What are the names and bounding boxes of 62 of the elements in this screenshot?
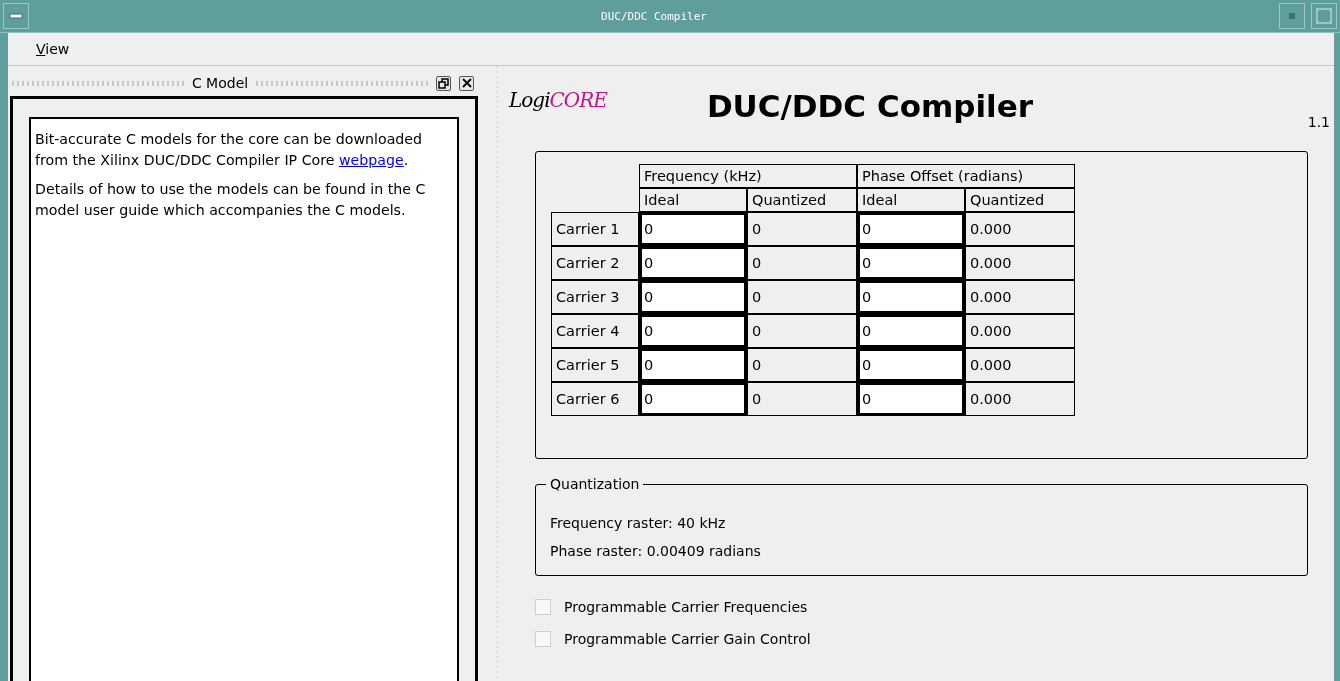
table-cell: 0.000 — [965, 246, 1075, 280]
input-field[interactable]: 0 — [857, 314, 965, 348]
minimize-icon — [1289, 13, 1295, 19]
group-header: Frequency (kHz) — [639, 164, 857, 188]
logo: LogiCORE — [509, 88, 607, 112]
minus-icon — [9, 13, 23, 19]
restore-icon — [438, 77, 449, 89]
float-button[interactable] — [436, 75, 451, 91]
minimize-button[interactable] — [1279, 3, 1305, 29]
panel-title: C Model — [191, 75, 249, 91]
table-cell: 0 — [747, 246, 857, 280]
info-text: Frequency raster: 40 kHz — [550, 514, 727, 533]
table-cell: 0 — [747, 280, 857, 314]
input-field[interactable]: 0 — [857, 246, 965, 280]
checkbox[interactable] — [535, 599, 551, 615]
input-field[interactable]: 0 — [639, 246, 747, 280]
row-label: Carrier 4 — [551, 314, 639, 348]
table-cell: 0.000 — [965, 348, 1075, 382]
window-title: DUC/DDC Compiler — [600, 9, 708, 23]
row-label: Carrier 5 — [551, 348, 639, 382]
input-field[interactable]: 0 — [639, 348, 747, 382]
input-field[interactable]: 0 — [857, 280, 965, 314]
table-cell: 0 — [747, 348, 857, 382]
table-cell: 0 — [747, 314, 857, 348]
row-label: Carrier 2 — [551, 246, 639, 280]
input-field[interactable]: 0 — [857, 212, 965, 246]
version-label: 1.1 — [1307, 114, 1330, 130]
table-cell: 0 — [747, 212, 857, 246]
column-header: Ideal — [639, 188, 747, 212]
close-button[interactable] — [459, 75, 474, 91]
link[interactable]: webpage — [339, 152, 404, 168]
input-field[interactable]: 0 — [857, 348, 965, 382]
input-field[interactable]: 0 — [639, 212, 747, 246]
checkbox-label: Programmable Carrier Gain Control — [564, 631, 811, 647]
input-field[interactable]: 0 — [857, 382, 965, 416]
paragraph: Details of how to use the models can be found in the C model user guide which accompanies the C models. — [35, 180, 427, 220]
table-cell: 0.000 — [965, 280, 1075, 314]
table-cell: 0 — [747, 382, 857, 416]
paragraph: Bit-accurate C models for the core can be downloaded from the Xilinx DUC/DDC Compiler IP Core webpage. — [35, 130, 424, 170]
column-header: Ideal — [857, 188, 965, 212]
input-field[interactable]: 0 — [639, 280, 747, 314]
page-title: DUC/DDC Compiler — [706, 88, 1033, 124]
column-header: Quantized — [747, 188, 857, 212]
checkbox[interactable] — [535, 631, 551, 647]
maximize-button[interactable] — [1311, 3, 1337, 29]
input-field[interactable]: 0 — [639, 314, 747, 348]
checkbox-label: Programmable Carrier Frequencies — [564, 599, 808, 615]
group-header: Phase Offset (radians) — [857, 164, 1075, 188]
row-label: Carrier 3 — [551, 280, 639, 314]
maximize-icon — [1316, 8, 1332, 24]
row-label: Carrier 6 — [551, 382, 639, 416]
input-field[interactable]: 0 — [639, 382, 747, 416]
group-title: Quantization — [546, 475, 644, 493]
menu-item[interactable]: View — [36, 41, 70, 57]
table-cell: 0.000 — [965, 314, 1075, 348]
table-cell: 0.000 — [965, 212, 1075, 246]
table-cell: 0.000 — [965, 382, 1075, 416]
row-label: Carrier 1 — [551, 212, 639, 246]
close-icon — [461, 78, 472, 88]
window-menu-button[interactable] — [3, 3, 29, 29]
column-header: Quantized — [965, 188, 1075, 212]
info-text: Phase raster: 0.00409 radians — [550, 542, 762, 561]
